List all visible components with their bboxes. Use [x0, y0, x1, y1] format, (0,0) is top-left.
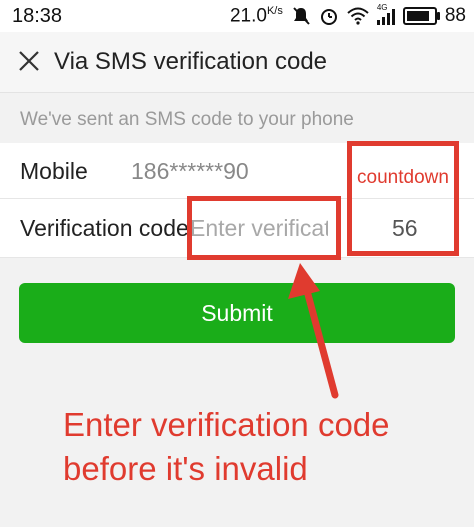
wifi-icon [347, 7, 369, 25]
mobile-number: 186******90 [131, 158, 249, 184]
battery-level: 88 [444, 5, 466, 26]
signal-icon: 4G [376, 3, 395, 25]
battery-icon [402, 7, 440, 25]
mute-icon [293, 7, 310, 25]
caption-line-2: before it's invalid [63, 450, 308, 487]
annotation-countdown-label: countdown [357, 167, 449, 188]
status-time: 18:38 [12, 5, 63, 27]
annotation-box-input [187, 196, 341, 260]
status-bar: 18:38 21.0K/s 4G 88 [0, 0, 474, 32]
status-icons: 21.0K/s 4G 88 [229, 3, 466, 28]
page-title: Via SMS verification code [54, 48, 328, 75]
annotation-arrow-icon [288, 263, 339, 399]
annotation-caption: Enter verification code before it's inva… [63, 403, 390, 491]
network-type-label: 4G [376, 3, 388, 12]
verification-code-label: Verification code [20, 215, 189, 241]
mobile-label: Mobile [20, 158, 88, 184]
annotation-box-countdown [347, 141, 459, 256]
caption-line-1: Enter verification code [63, 406, 390, 443]
notice-section: We've sent an SMS code to your phone [0, 93, 474, 143]
alarm-icon [320, 9, 337, 25]
sms-notice: We've sent an SMS code to your phone [20, 109, 354, 130]
header-bar: Via SMS verification code [0, 32, 474, 93]
submit-button[interactable]: Submit [19, 283, 455, 343]
network-speed: 21.0K/s [229, 4, 283, 27]
close-icon[interactable] [14, 46, 44, 76]
